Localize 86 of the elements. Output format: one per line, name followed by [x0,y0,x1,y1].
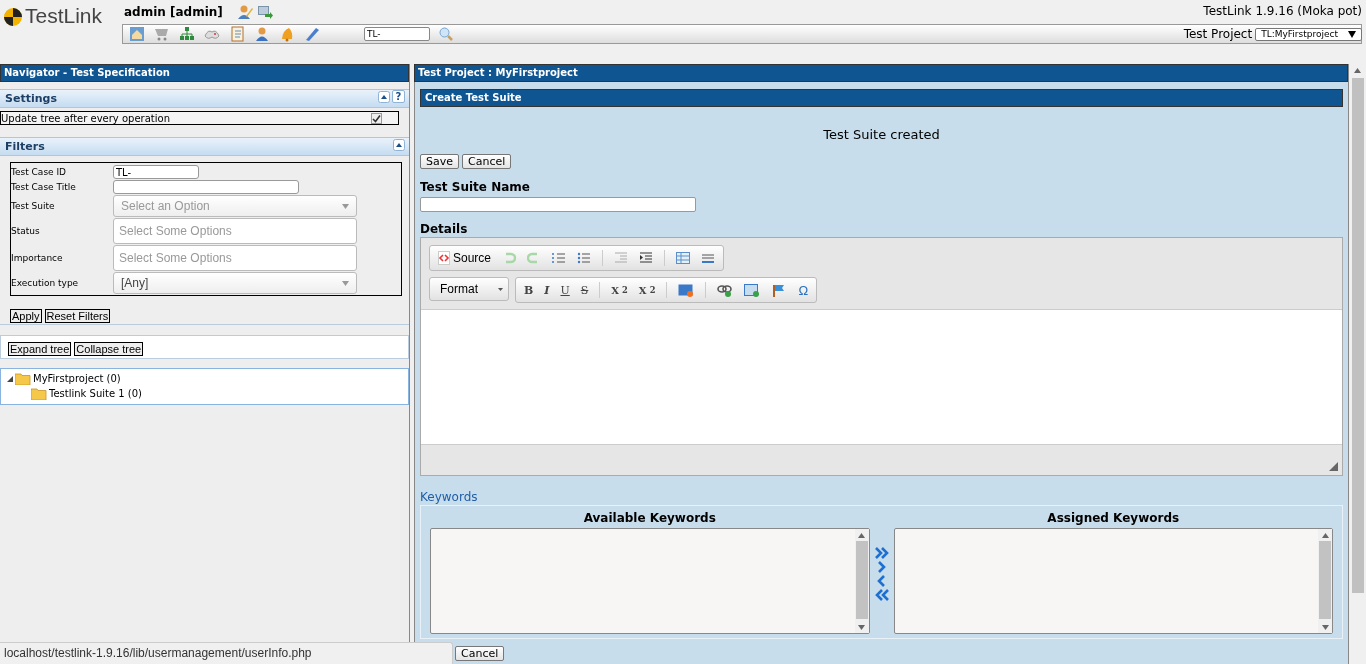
field-label: Execution type [11,278,80,288]
collapse-icon[interactable] [378,90,390,103]
keyword-list[interactable] [430,528,870,634]
move-all-left-icon[interactable] [874,589,889,601]
field-label: Test Suite Name [420,180,531,194]
option-label: Update tree after every operation [1,112,170,124]
pen-icon[interactable] [304,26,320,42]
user-icon[interactable] [254,26,270,42]
source-button[interactable]: Source [438,251,492,265]
tree-button[interactable]: Collapse tree [74,342,144,356]
field-label: Details [420,222,469,236]
move-all-right-icon[interactable] [874,547,889,559]
scroll-thumb[interactable] [855,541,868,619]
status-message: Test Suite created [822,127,941,144]
dropdown-arrow-icon [342,203,349,209]
form-title: Create Test Suite [420,89,1343,107]
dropdown-arrow-icon [1348,30,1356,38]
scroll-up-icon[interactable] [1354,68,1361,73]
special-character-button[interactable]: Ω [798,282,809,298]
field-label: Importance [11,253,64,263]
tree-item[interactable]: MyFirstproject (0) [33,373,121,384]
scroll-up-icon[interactable] [1321,533,1329,538]
field-label: Test Case Title [11,182,77,192]
form-button[interactable]: Cancel [455,646,505,661]
project-label: Test Project [1183,27,1253,41]
field-label: Test Suite [11,201,56,211]
folder-icon [31,387,47,400]
media-icon[interactable] [744,283,761,297]
format-dropdown[interactable]: Format [429,277,509,301]
list-heading: Available Keywords [583,510,716,527]
folder-icon [15,372,31,385]
numbered-list-icon[interactable] [552,252,567,264]
dropdown-arrow-icon [342,280,349,286]
cart-icon[interactable] [154,26,170,42]
help-button[interactable]: ? [392,90,405,103]
bell-icon[interactable] [279,26,295,42]
field-label: Status [11,226,41,236]
text-style-button[interactable]: B [524,283,534,297]
resize-grip-icon[interactable] [1329,462,1338,471]
form-button[interactable]: Save [420,154,459,169]
hierarchy-icon[interactable] [179,26,195,42]
document-icon[interactable] [229,26,245,42]
text-field[interactable] [113,180,299,194]
tree-button[interactable]: Expand tree [8,342,72,356]
status-url: localhost/testlink-1.9.16/lib/usermanagement/userInfo.php [0,642,453,664]
expander-icon[interactable] [7,375,13,382]
bulleted-list-icon[interactable] [577,252,592,264]
table-icon[interactable] [676,252,691,264]
scroll-down-icon[interactable] [858,625,865,630]
filter-button[interactable]: Apply [10,309,42,323]
filter-button[interactable]: Reset Filters [44,309,111,323]
code-icon [438,251,450,265]
search-icon[interactable] [439,27,453,41]
panel-title: Test Project : MyFirstproject [414,64,1348,82]
keyword-list[interactable] [893,528,1333,634]
link-icon[interactable] [717,283,734,297]
search-field[interactable]: TL- [364,27,430,41]
horizontal-line-icon[interactable] [701,252,716,264]
form-button[interactable]: Cancel [462,154,512,169]
caret-icon [498,287,503,291]
scroll-down-icon[interactable] [1321,625,1329,630]
select-field[interactable]: [Any] [113,272,357,294]
text-style-button[interactable]: U [560,283,570,297]
name-field[interactable] [420,197,696,212]
panel-title: Navigator - Test Specification [0,64,409,82]
version-text: TestLink 1.9.16 (Moka pot) [1203,4,1362,18]
logo-text: TestLink [25,4,103,28]
scroll-thumb[interactable] [1319,541,1331,619]
logo-icon [3,7,23,27]
text-field[interactable]: TL- [113,165,199,179]
collapse-icon[interactable] [393,139,405,151]
section-title: Keywords [420,490,479,504]
indent-icon[interactable] [639,252,654,264]
scroll-up-icon[interactable] [858,533,865,538]
logout-icon[interactable] [256,4,273,20]
user-name: admin [admin] [124,5,223,19]
user-edit-icon[interactable] [236,4,253,20]
tree-item[interactable]: Testlink Suite 1 (0) [49,388,142,399]
field-label: Test Case ID [11,167,68,177]
section-header[interactable]: Filters [0,137,409,156]
text-style-button[interactable]: I [544,283,550,297]
checkbox[interactable] [371,112,382,124]
text-style-button[interactable]: S [580,283,589,297]
home-icon[interactable] [129,26,145,42]
list-heading: Assigned Keywords [1047,510,1180,527]
image-icon[interactable] [678,283,695,297]
